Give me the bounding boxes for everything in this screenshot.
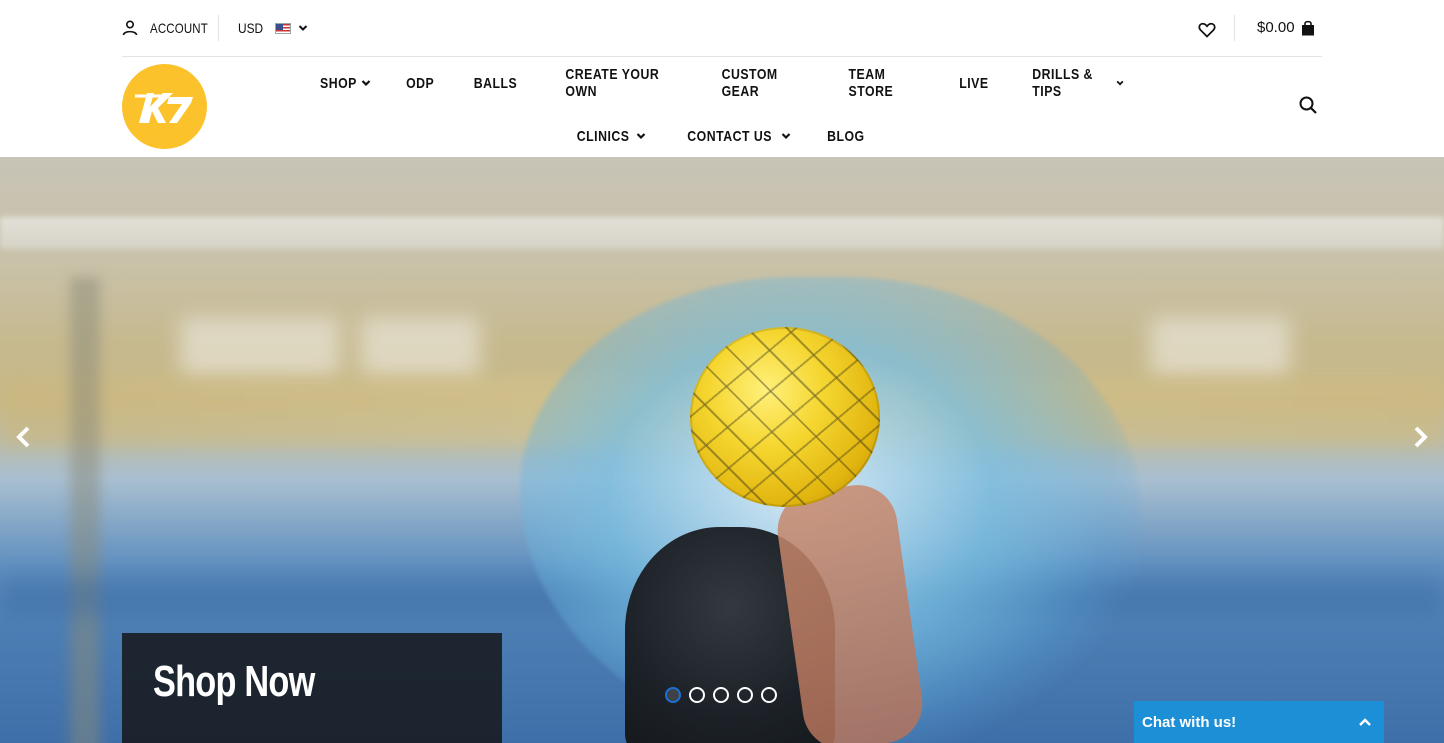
shop-now-link[interactable]: Shop Now bbox=[153, 657, 315, 707]
slide-indicators bbox=[665, 687, 777, 703]
us-flag-icon bbox=[274, 22, 291, 34]
nav-drills-tips[interactable]: DRILLS & TIPS bbox=[1008, 66, 1140, 100]
wishlist-button[interactable] bbox=[1198, 22, 1216, 43]
slide-dot[interactable] bbox=[689, 687, 705, 703]
shopping-bag-icon bbox=[1301, 20, 1314, 35]
nav-label: ODP bbox=[406, 74, 435, 92]
nav-label: CREATE YOUR OWN bbox=[565, 66, 660, 100]
slide-dot[interactable] bbox=[761, 687, 777, 703]
nav-label: CONTACT US bbox=[686, 127, 772, 145]
chat-widget[interactable]: Chat with us! bbox=[1134, 701, 1384, 743]
heart-icon bbox=[1198, 22, 1216, 38]
hero-slideshow: Shop Now bbox=[0, 157, 1444, 743]
chevron-left-icon bbox=[16, 426, 30, 448]
nav-contact-us[interactable]: CONTACT US bbox=[662, 125, 807, 147]
cart-link[interactable]: $0.00 bbox=[1257, 19, 1315, 36]
main-nav-row-1: SHOP ODP BALLS CREATE YOUR OWN CUSTOM GE… bbox=[300, 66, 1140, 100]
nav-clinics[interactable]: CLINICS bbox=[555, 125, 661, 147]
chat-label: Chat with us! bbox=[1142, 713, 1237, 731]
slide-next-button[interactable] bbox=[1408, 425, 1432, 449]
slide-dot[interactable] bbox=[737, 687, 753, 703]
chevron-down-icon bbox=[636, 133, 645, 140]
nav-label: BALLS bbox=[474, 74, 518, 92]
user-icon bbox=[122, 20, 138, 36]
nav-label: BLOG bbox=[826, 127, 865, 145]
utility-bar: ACCOUNT USD $0.00 bbox=[122, 0, 1322, 57]
chevron-down-icon bbox=[361, 80, 371, 87]
nav-label: SHOP bbox=[320, 74, 357, 92]
nav-label: TEAM STORE bbox=[848, 66, 893, 100]
nav-custom-gear[interactable]: CUSTOM GEAR bbox=[697, 66, 825, 100]
nav-blog[interactable]: BLOG bbox=[807, 125, 885, 147]
nav-label: LIVE bbox=[959, 74, 989, 92]
search-button[interactable] bbox=[1298, 95, 1318, 115]
nav-live[interactable]: LIVE bbox=[940, 72, 1008, 94]
k7-logo-icon bbox=[134, 92, 193, 123]
promo-box: Shop Now bbox=[122, 633, 502, 743]
slide-prev-button[interactable] bbox=[12, 425, 36, 449]
search-icon bbox=[1299, 96, 1317, 114]
nav-shop[interactable]: SHOP bbox=[300, 72, 387, 94]
account-label: ACCOUNT bbox=[150, 20, 208, 36]
chevron-down-icon bbox=[1116, 80, 1124, 86]
account-link[interactable]: ACCOUNT bbox=[122, 20, 221, 36]
currency-label: USD bbox=[238, 20, 264, 36]
nav-balls[interactable]: BALLS bbox=[453, 72, 538, 94]
brand-logo[interactable] bbox=[122, 64, 207, 149]
cart-total: $0.00 bbox=[1257, 19, 1295, 36]
chevron-down-icon bbox=[298, 25, 307, 31]
water-polo-ball bbox=[690, 327, 880, 507]
nav-label: CUSTOM GEAR bbox=[721, 66, 778, 100]
chevron-right-icon bbox=[1414, 426, 1428, 448]
slide-dot[interactable] bbox=[713, 687, 729, 703]
chevron-down-icon bbox=[781, 133, 791, 140]
nav-odp[interactable]: ODP bbox=[387, 72, 453, 94]
divider bbox=[1234, 15, 1235, 41]
nav-label: CLINICS bbox=[577, 127, 630, 145]
currency-selector[interactable]: USD bbox=[238, 20, 308, 36]
divider bbox=[218, 15, 219, 41]
chevron-up-icon bbox=[1359, 718, 1371, 726]
nav-team-store[interactable]: TEAM STORE bbox=[825, 66, 941, 100]
main-nav-row-2: CLINICS CONTACT US BLOG bbox=[300, 125, 1140, 147]
slide-dot[interactable] bbox=[665, 687, 681, 703]
nav-label: DRILLS & TIPS bbox=[1032, 66, 1093, 100]
nav-create-your-own[interactable]: CREATE YOUR OWN bbox=[538, 66, 697, 100]
